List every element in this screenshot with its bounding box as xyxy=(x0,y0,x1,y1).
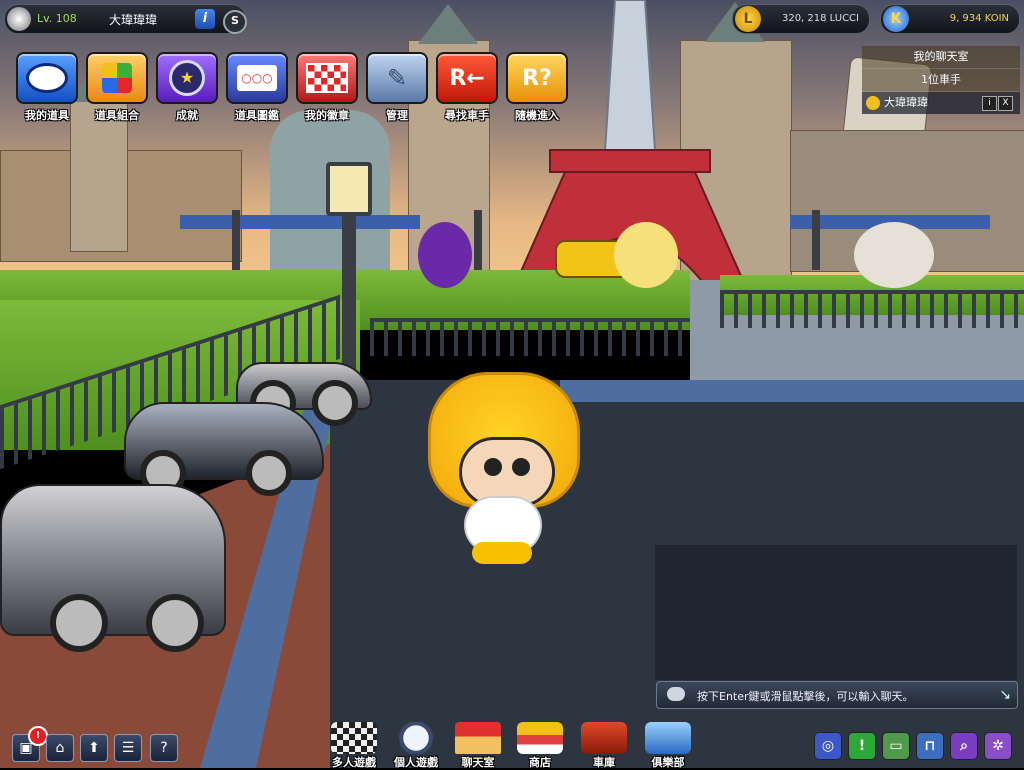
level-badge-icon xyxy=(7,7,31,31)
upload-button[interactable]: ⬆ xyxy=(80,734,108,762)
alarm-icon[interactable]: ◎ xyxy=(814,732,842,760)
upload-icon: ⬆ xyxy=(88,740,100,756)
club-icon xyxy=(645,722,691,754)
menu-label: 隨機進入 xyxy=(515,109,559,122)
menu-label: 我的徽章 xyxy=(305,109,349,122)
help-icon: ? xyxy=(160,740,168,756)
menu-label: 尋找車手 xyxy=(445,109,489,122)
home-icon: ⌂ xyxy=(55,740,65,756)
find-racer-icon: R← xyxy=(436,52,498,104)
settings-icon[interactable]: ✲ xyxy=(984,732,1012,760)
help-button[interactable]: ? xyxy=(150,734,178,762)
chatroom-racer-count: 1位車手 xyxy=(862,69,1020,92)
notice-icon[interactable]: ! xyxy=(848,732,876,760)
achievement-icon: ★ xyxy=(156,52,218,104)
koin-amount: 9, 934 KOIN xyxy=(949,13,1009,24)
message-icon[interactable]: ▭ xyxy=(882,732,910,760)
notes-icon: ☰ xyxy=(121,740,135,756)
chat-input[interactable]: 按下Enter鍵或滑鼠點擊後，可以輸入聊天。 ↘ xyxy=(656,681,1018,709)
menu-find-racer[interactable]: R← 尋找車手 xyxy=(436,52,498,123)
nav-chatroom[interactable]: 聊天室 xyxy=(446,722,510,770)
menu-random-enter[interactable]: R? 隨機進入 xyxy=(506,52,568,123)
menu-item-catalog[interactable]: ○○○ 道具圖鑑 xyxy=(226,52,288,123)
tower-bridge-left-roof xyxy=(418,4,478,44)
player-level: Lv. 108 xyxy=(37,12,77,25)
chatroom-title: 我的聊天室 xyxy=(862,46,1020,69)
chat-placeholder: 按下Enter鍵或滑鼠點擊後，可以輸入聊天。 xyxy=(697,690,914,703)
fence-right xyxy=(720,290,1024,328)
player-feet xyxy=(472,542,532,564)
nav-shop[interactable]: 商店 xyxy=(508,722,572,770)
member-name: 大瑋瑋瑋 xyxy=(884,96,928,109)
npc-white-hair[interactable] xyxy=(854,222,934,288)
random-enter-icon: R? xyxy=(506,52,568,104)
puzzle-icon xyxy=(86,52,148,104)
npc-blonde-racer[interactable] xyxy=(614,222,678,288)
home-button[interactable]: ⌂ xyxy=(46,734,74,762)
lamp-post-small xyxy=(812,210,820,270)
member-info-button[interactable]: i xyxy=(982,96,997,111)
parked-kart[interactable] xyxy=(124,402,324,496)
koin-display: K 9, 934 KOIN xyxy=(880,4,1020,34)
curb-top xyxy=(560,380,1024,402)
multiplayer-icon xyxy=(331,722,377,754)
menu-label: 我的道具 xyxy=(25,109,69,122)
notes-button[interactable]: ☰ xyxy=(114,734,142,762)
member-close-button[interactable]: X xyxy=(998,96,1013,111)
mailbox-icon[interactable]: ⊓ xyxy=(916,732,944,760)
profile-bar: Lv. 108 大瑋瑋瑋 i S xyxy=(4,4,247,34)
menu-label: 成就 xyxy=(176,109,198,122)
bridge-left xyxy=(180,215,420,229)
fence-center xyxy=(370,318,690,356)
lamp-post xyxy=(342,210,356,380)
manage-icon: ✎ xyxy=(366,52,428,104)
s-icon[interactable]: S xyxy=(223,10,247,34)
menu-my-badge[interactable]: 我的徽章 xyxy=(296,52,358,123)
lamp-head xyxy=(326,162,372,216)
chatroom-panel: 我的聊天室 1位車手 大瑋瑋瑋 i X xyxy=(862,46,1020,114)
chat-send-icon[interactable]: ↘ xyxy=(999,687,1011,703)
nav-garage[interactable]: 車庫 xyxy=(572,722,636,770)
badge-icon xyxy=(296,52,358,104)
chat-log[interactable] xyxy=(655,545,1017,680)
parked-kart[interactable] xyxy=(0,484,226,652)
menu-item-combine[interactable]: 道具組合 xyxy=(86,52,148,123)
lamp-post-small xyxy=(232,210,240,270)
single-player-icon xyxy=(393,722,439,754)
shop-icon xyxy=(517,722,563,754)
chatroom-member[interactable]: 大瑋瑋瑋 i X xyxy=(862,92,1020,114)
search-icon[interactable]: ⌕ xyxy=(950,732,978,760)
lucci-display: L 320, 218 LUCCI xyxy=(732,4,870,34)
info-icon[interactable]: i xyxy=(195,9,215,29)
menu-label: 道具圖鑑 xyxy=(235,109,279,122)
player-hood xyxy=(428,372,580,508)
menu-label: 道具組合 xyxy=(95,109,139,122)
alert-icon: ! xyxy=(28,726,48,746)
my-items-icon xyxy=(16,52,78,104)
menu-achievement[interactable]: ★ 成就 xyxy=(156,52,218,123)
player-character[interactable] xyxy=(428,372,580,564)
koin-coin-icon: K xyxy=(883,6,909,32)
catalog-icon: ○○○ xyxy=(226,52,288,104)
chat-bubble-icon xyxy=(667,687,685,701)
lucci-amount: 320, 218 LUCCI xyxy=(781,13,859,24)
chatroom-icon xyxy=(455,722,501,754)
lamp-post-small xyxy=(474,210,482,270)
menu-my-items[interactable]: 我的道具 xyxy=(16,52,78,123)
lucci-coin-icon: L xyxy=(735,6,761,32)
nav-multiplayer[interactable]: 多人遊戲 xyxy=(322,722,386,770)
nav-single-player[interactable]: 個人遊戲 xyxy=(384,722,448,770)
menu-manage[interactable]: ✎ 管理 xyxy=(366,52,428,123)
member-badge-icon xyxy=(866,96,880,110)
garage-icon xyxy=(581,722,627,754)
npc-purple-hair[interactable] xyxy=(418,222,472,288)
player-name: 大瑋瑋瑋 xyxy=(109,13,158,27)
menu-label: 管理 xyxy=(386,109,408,122)
nav-club[interactable]: 俱樂部 xyxy=(636,722,700,770)
